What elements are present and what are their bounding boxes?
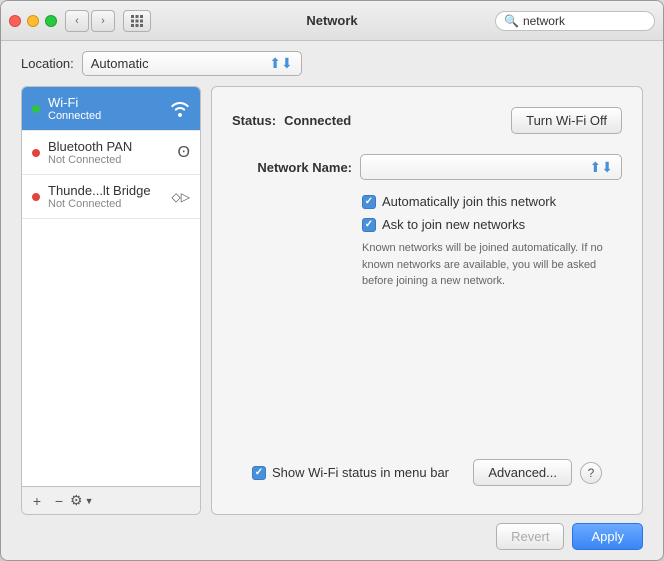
window: ‹ › Network 🔍 ✕ Locatio [0, 0, 664, 561]
ask-join-row: ✓ Ask to join new networks [362, 217, 622, 232]
thunderbolt-item-status: Not Connected [48, 198, 164, 210]
location-value: Automatic [91, 56, 149, 71]
revert-button[interactable]: Revert [496, 523, 564, 550]
footer: Revert Apply [1, 515, 663, 560]
nav-buttons: ‹ › [65, 10, 115, 32]
network-name-row: Network Name: ⬆⬇ [232, 154, 622, 180]
window-title: Network [306, 13, 357, 28]
status-row: Status: Connected Turn Wi-Fi Off [232, 107, 622, 134]
show-wifi-check-icon: ✓ [255, 467, 263, 478]
titlebar: ‹ › Network 🔍 ✕ [1, 1, 663, 41]
thunderbolt-status-dot [32, 193, 40, 201]
advanced-button[interactable]: Advanced... [473, 459, 572, 486]
forward-button[interactable]: › [91, 10, 115, 32]
search-icon: 🔍 [504, 14, 519, 28]
ask-join-checkbox[interactable]: ✓ [362, 218, 376, 232]
auto-join-row: ✓ Automatically join this network [362, 194, 622, 209]
gear-icon: ⚙ [70, 492, 83, 509]
location-bar: Location: Automatic ⬆⬇ [1, 41, 663, 86]
detail-panel: Status: Connected Turn Wi-Fi Off Network… [211, 86, 643, 515]
help-button[interactable]: ? [580, 462, 602, 484]
thunderbolt-item-name: Thunde...lt Bridge [48, 183, 164, 198]
bluetooth-item-status: Not Connected [48, 154, 170, 166]
network-name-label: Network Name: [232, 160, 352, 175]
thunderbolt-icon: ◇▷ [172, 190, 190, 204]
checkbox2-check-icon: ✓ [365, 219, 373, 230]
sidebar-list: Wi-Fi Connected [22, 87, 200, 486]
maximize-button[interactable] [45, 15, 57, 27]
add-network-button[interactable]: + [26, 491, 48, 511]
status-value: Connected [284, 113, 351, 128]
bluetooth-icon: ʘ [178, 144, 190, 162]
info-text: Known networks will be joined automatica… [362, 240, 622, 290]
main-content: Location: Automatic ⬆⬇ Wi-Fi Connected [1, 41, 663, 560]
remove-network-button[interactable]: − [48, 491, 70, 511]
traffic-lights [9, 15, 57, 27]
location-arrow-icon: ⬆⬇ [269, 55, 292, 72]
sidebar: Wi-Fi Connected [21, 86, 201, 515]
checkbox-check-icon: ✓ [365, 196, 373, 207]
gear-menu-button[interactable]: ⚙ ▼ [70, 492, 93, 509]
bluetooth-status-dot [32, 149, 40, 157]
show-wifi-label: Show Wi-Fi status in menu bar [272, 465, 449, 480]
network-select-arrow-icon: ⬆⬇ [590, 159, 613, 176]
sidebar-item-bluetooth[interactable]: Bluetooth PAN Not Connected ʘ [22, 131, 200, 175]
gear-dropdown-arrow: ▼ [85, 496, 94, 506]
grid-button[interactable] [123, 10, 151, 32]
search-box[interactable]: 🔍 ✕ [495, 11, 655, 31]
back-button[interactable]: ‹ [65, 10, 89, 32]
apply-button[interactable]: Apply [572, 523, 643, 550]
show-wifi-checkbox[interactable]: ✓ [252, 466, 266, 480]
wifi-status-dot [32, 105, 40, 113]
minimize-button[interactable] [27, 15, 39, 27]
wifi-icon [170, 101, 190, 117]
auto-join-label: Automatically join this network [382, 194, 556, 209]
sidebar-toolbar: + − ⚙ ▼ [22, 486, 200, 514]
sidebar-item-thunderbolt[interactable]: Thunde...lt Bridge Not Connected ◇▷ [22, 175, 200, 219]
ask-join-label: Ask to join new networks [382, 217, 525, 232]
show-wifi-row: ✓ Show Wi-Fi status in menu bar [252, 465, 449, 480]
search-input[interactable] [523, 14, 664, 28]
auto-join-checkbox[interactable]: ✓ [362, 195, 376, 209]
status-label: Status: [232, 113, 276, 128]
sidebar-item-wifi[interactable]: Wi-Fi Connected [22, 87, 200, 131]
wifi-item-name: Wi-Fi [48, 95, 162, 110]
body-area: Wi-Fi Connected [1, 86, 663, 515]
wifi-item-status: Connected [48, 110, 162, 122]
location-label: Location: [21, 56, 74, 71]
turn-wifi-off-button[interactable]: Turn Wi-Fi Off [511, 107, 622, 134]
bottom-bar: ✓ Show Wi-Fi status in menu bar Advanced… [232, 451, 622, 494]
network-name-select[interactable]: ⬆⬇ [360, 154, 622, 180]
bluetooth-item-name: Bluetooth PAN [48, 139, 170, 154]
close-button[interactable] [9, 15, 21, 27]
location-select[interactable]: Automatic ⬆⬇ [82, 51, 302, 76]
